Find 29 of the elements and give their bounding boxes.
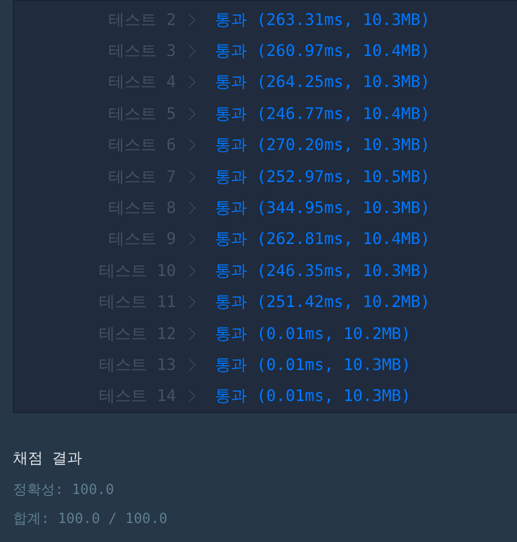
chevron-icon	[188, 12, 196, 28]
chevron-icon	[188, 262, 196, 279]
test-result: 통과 (252.97ms, 10.5MB)	[215, 166, 430, 188]
chevron-icon	[188, 231, 196, 248]
chevron-icon	[188, 168, 196, 185]
chevron-icon	[188, 200, 196, 216]
test-result: 통과 (260.97ms, 10.4MB)	[215, 40, 430, 62]
test-result: 통과 (246.35ms, 10.3MB)	[215, 260, 430, 282]
test-result: 통과 (344.95ms, 10.3MB)	[215, 197, 430, 220]
accuracy-text: 정확성: 100.0	[13, 481, 116, 500]
test-result: 통과 (270.20ms, 10.3MB)	[215, 134, 430, 156]
chevron-icon	[188, 388, 196, 404]
chevron-icon	[188, 74, 196, 90]
chevron-icon	[188, 356, 196, 373]
chevron-icon	[188, 43, 196, 60]
test-result: 통과 (0.01ms, 10.3MB)	[215, 385, 411, 408]
test-result: 통과 (246.77ms, 10.4MB)	[215, 102, 430, 125]
chevron-icon	[188, 294, 196, 310]
result-title: 채점 결과	[13, 448, 84, 469]
test-result: 통과 (0.01ms, 10.3MB)	[215, 354, 411, 376]
total-text: 합계: 100.0 / 100.0	[13, 510, 168, 529]
test-result: 통과 (263.31ms, 10.3MB)	[215, 8, 430, 31]
test-result: 통과 (0.01ms, 10.2MB)	[215, 322, 411, 345]
chevron-icon	[188, 137, 196, 154]
chevron-icon	[188, 326, 196, 342]
test-result: 통과 (251.42ms, 10.2MB)	[215, 291, 430, 314]
chevron-icon	[188, 106, 196, 122]
test-result: 통과 (262.81ms, 10.4MB)	[215, 228, 430, 250]
test-result: 통과 (264.25ms, 10.3MB)	[215, 71, 430, 94]
